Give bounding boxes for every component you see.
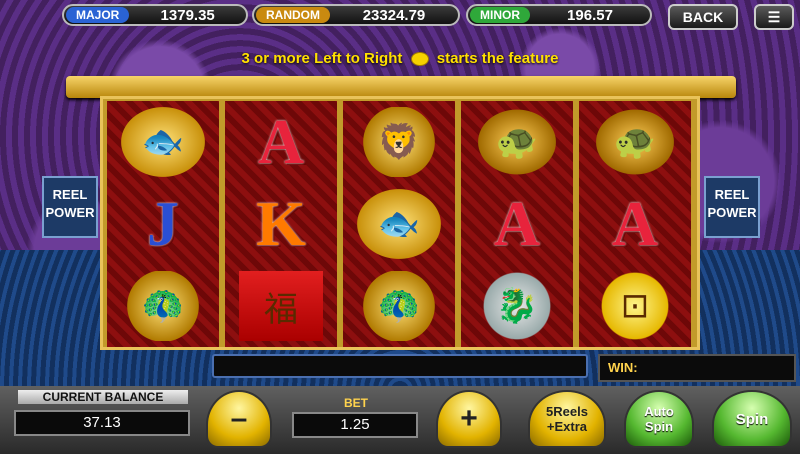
symbol-letter: A	[493, 188, 541, 259]
back-button[interactable]: BACK	[668, 4, 738, 30]
coin-icon	[410, 52, 429, 67]
reel-frame: 🐟 J 🦚 AK福 🦁 🐟 🦚 🐢 A 🐉 🐢 A ⊡	[100, 96, 700, 350]
temple-roof	[66, 76, 736, 98]
reel-symbol-a: A	[225, 101, 337, 183]
reel-power-badge-left: REEL POWER	[42, 176, 98, 238]
bet-label: BET	[344, 396, 368, 410]
reel-1: 🐟 J 🦚	[107, 101, 219, 347]
reel-power-badge-right: REEL POWER	[704, 176, 760, 238]
reel-power-line2: POWER	[707, 205, 757, 220]
hamburger-icon: ☰	[767, 8, 781, 25]
golden-carp-icon: 🐟	[357, 189, 441, 259]
golden-turtle-icon: 🐢	[475, 107, 559, 177]
feature-hint-before: 3 or more Left to Right	[241, 50, 403, 67]
balance-label: CURRENT BALANCE	[18, 390, 188, 404]
reel-symbol-golden-foo-dog: 🦁	[343, 101, 455, 183]
jackpot-random: RANDOM 23324.79	[252, 4, 460, 26]
jackpot-minor-label: MINOR	[470, 7, 530, 23]
jackpot-minor-value: 196.57	[567, 6, 613, 24]
message-bar	[212, 354, 588, 378]
symbol-letter: A	[611, 188, 659, 259]
reel-symbol-golden-carp: 🐟	[107, 101, 219, 183]
reel-symbol-a: A	[461, 183, 573, 265]
golden-foo-dog-icon: 🦁	[357, 107, 441, 177]
red-envelope-icon: 福	[239, 271, 323, 341]
reel-2: AK福	[225, 101, 337, 347]
menu-button[interactable]: ☰	[754, 4, 794, 30]
golden-phoenix-icon: 🦚	[121, 271, 205, 341]
golden-turtle-icon: 🐢	[593, 107, 677, 177]
win-display: WIN:	[598, 354, 796, 382]
reel-power-line2: POWER	[45, 205, 95, 220]
reel-symbol-a: A	[579, 183, 691, 265]
feature-hint: 3 or more Left to Right starts the featu…	[0, 50, 800, 67]
jackpot-random-value: 23324.79	[362, 6, 426, 24]
reel-symbol-j: J	[107, 183, 219, 265]
jackpot-major: MAJOR 1379.35	[62, 4, 248, 26]
symbol-letter: K	[256, 188, 306, 259]
reel-5: 🐢 A ⊡	[579, 101, 691, 347]
reel-symbol-jade-dragon-plate: 🐉	[461, 265, 573, 347]
reel-symbol-red-envelope: 福	[225, 265, 337, 347]
jade-dragon-plate-icon: 🐉	[475, 271, 559, 341]
golden-phoenix-icon: 🦚	[357, 271, 441, 341]
reel-symbol-golden-carp: 🐟	[343, 183, 455, 265]
reel-symbol-golden-turtle: 🐢	[579, 101, 691, 183]
bet-value: 1.25	[292, 412, 418, 438]
golden-carp-icon: 🐟	[121, 107, 205, 177]
gold-coin-icon: ⊡	[593, 271, 677, 341]
feature-hint-after: starts the feature	[436, 50, 559, 67]
reel-power-line1: REEL	[714, 187, 750, 202]
reel-symbol-k: K	[225, 183, 337, 265]
symbol-letter: J	[147, 188, 179, 259]
jackpot-major-value: 1379.35	[160, 6, 215, 24]
jackpot-minor: MINOR 196.57	[466, 4, 652, 26]
balance-value: 37.13	[14, 410, 190, 436]
reel-4: 🐢 A 🐉	[461, 101, 573, 347]
reel-symbol-gold-coin: ⊡	[579, 265, 691, 347]
jackpot-random-label: RANDOM	[256, 7, 330, 23]
symbol-letter: A	[257, 106, 305, 177]
reel-symbol-golden-phoenix: 🦚	[343, 265, 455, 347]
reel-symbol-golden-turtle: 🐢	[461, 101, 573, 183]
reel-power-line1: REEL	[52, 187, 88, 202]
jackpot-major-label: MAJOR	[66, 7, 130, 23]
reel-3: 🦁 🐟 🦚	[343, 101, 455, 347]
reel-symbol-golden-phoenix: 🦚	[107, 265, 219, 347]
